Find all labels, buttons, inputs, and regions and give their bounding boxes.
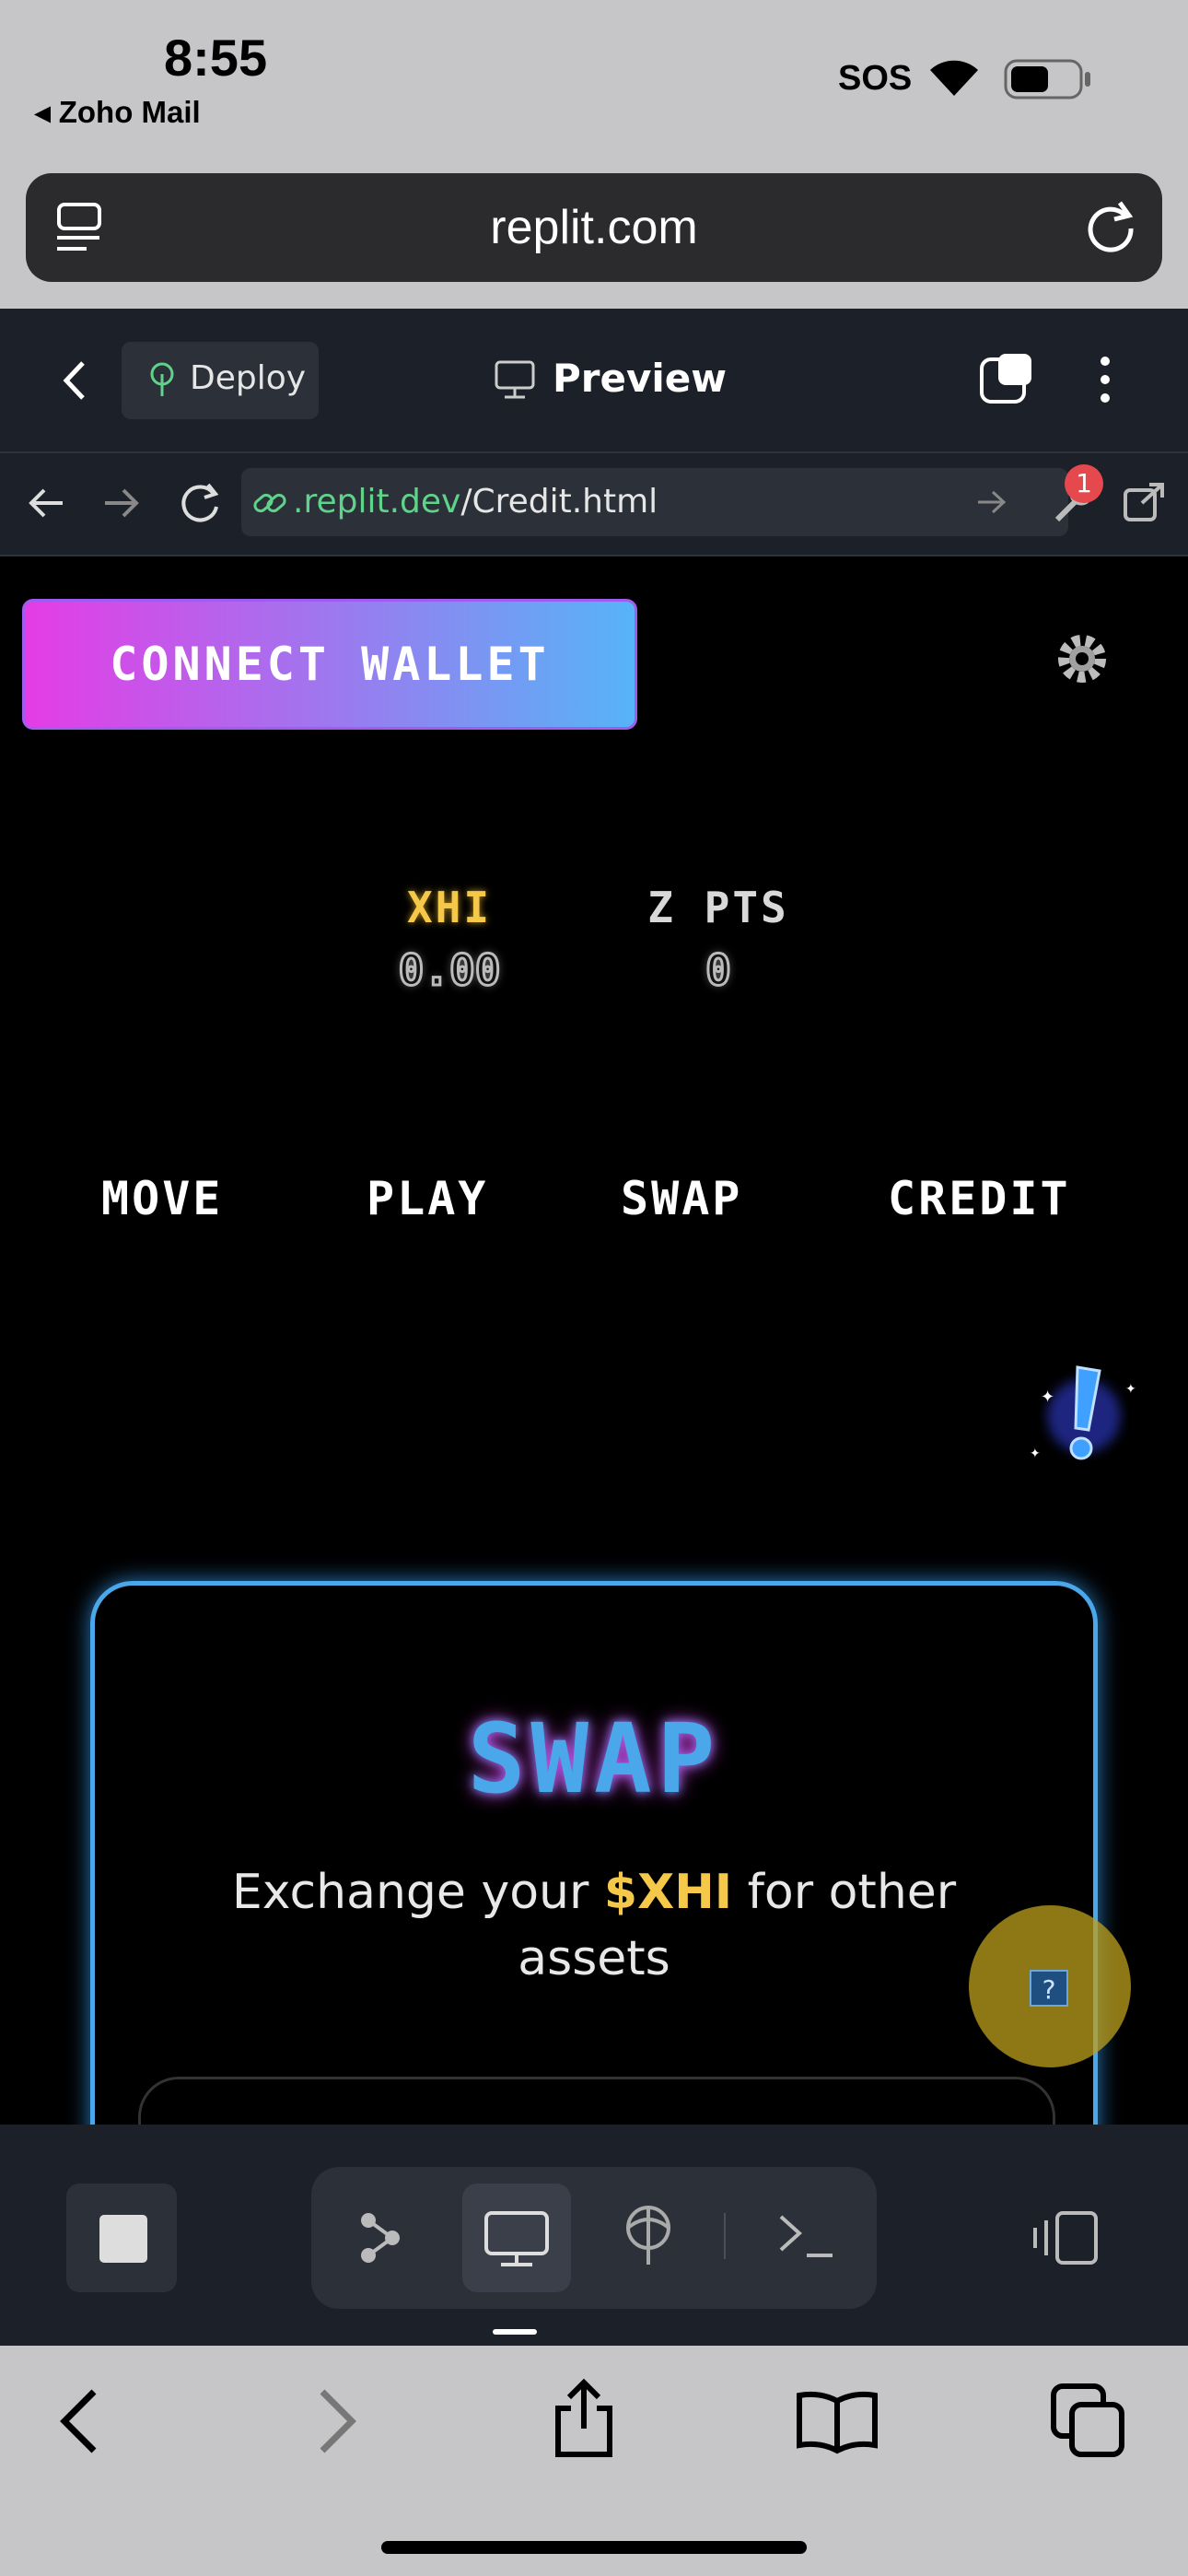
- swap-subtitle: Exchange your $XHI for other assets: [212, 1859, 976, 1992]
- address-domain: .replit.dev: [293, 483, 461, 521]
- link-icon: [253, 493, 286, 513]
- layout-toggle-icon[interactable]: [1031, 2207, 1101, 2268]
- swap-title: SWAP: [467, 1703, 721, 1815]
- new-tab-icon[interactable]: [978, 350, 1037, 407]
- nav-reload-icon[interactable]: [177, 479, 223, 525]
- xhi-label: XHI: [406, 883, 493, 932]
- alert-exclamation-icon[interactable]: ✦ ✦ ✦: [1024, 1356, 1144, 1476]
- home-indicator: [381, 2541, 807, 2554]
- swap-subtitle-pre: Exchange your: [231, 1865, 604, 1920]
- tab-swap[interactable]: SWAP: [621, 1172, 742, 1225]
- deploy-tool-icon[interactable]: [621, 2204, 676, 2268]
- deploy-label: Deploy: [190, 359, 307, 397]
- share-icon[interactable]: [551, 2377, 617, 2460]
- z-pts-value: 0: [705, 944, 733, 997]
- sos-indicator: SOS: [838, 59, 913, 98]
- safari-back-icon[interactable]: [57, 2388, 99, 2454]
- z-pts-label: Z PTS: [647, 883, 789, 932]
- xhi-value: 0.00: [397, 944, 502, 997]
- git-branch-icon[interactable]: [357, 2207, 403, 2268]
- go-arrow-icon[interactable]: [976, 488, 1007, 516]
- settings-gear-icon[interactable]: [1052, 628, 1112, 689]
- back-to-app-link[interactable]: ◂ Zoho Mail: [35, 94, 201, 130]
- reader-icon[interactable]: [53, 201, 107, 256]
- svg-text:✦: ✦: [1125, 1382, 1136, 1397]
- stop-icon: [99, 2215, 147, 2263]
- tab-move[interactable]: MOVE: [101, 1172, 223, 1225]
- nav-forward-icon[interactable]: [101, 485, 142, 521]
- tab-play[interactable]: PLAY: [367, 1172, 488, 1225]
- tabs-icon[interactable]: [1050, 2383, 1127, 2458]
- more-menu-icon[interactable]: [1094, 352, 1116, 407]
- deploy-icon: [150, 362, 174, 396]
- svg-text:✦: ✦: [1030, 1446, 1041, 1461]
- preview-tab[interactable]: Preview: [553, 356, 727, 401]
- svg-text:✦: ✦: [1041, 1388, 1054, 1407]
- open-external-icon[interactable]: [1122, 481, 1166, 523]
- status-time: 8:55: [164, 29, 268, 87]
- safari-forward-icon[interactable]: [317, 2388, 359, 2454]
- notification-badge: 1: [1065, 464, 1103, 503]
- url-text[interactable]: replit.com: [0, 173, 1188, 282]
- tool-divider: [724, 2213, 726, 2259]
- nav-back-icon[interactable]: [26, 485, 66, 521]
- swap-token-highlight: $XHI: [603, 1865, 733, 1920]
- connect-wallet-button[interactable]: CONNECT WALLET: [22, 599, 637, 730]
- reload-icon[interactable]: [1083, 195, 1138, 254]
- preview-monitor-icon: [484, 2211, 549, 2266]
- address-path: /Credit.html: [460, 483, 658, 521]
- help-icon: ?: [1030, 1970, 1068, 2007]
- wifi-icon: [930, 60, 978, 96]
- preview-address-text[interactable]: .replit.dev/Credit.html: [293, 483, 658, 521]
- tab-credit[interactable]: CREDIT: [888, 1172, 1071, 1225]
- toolbar-handle[interactable]: [493, 2329, 537, 2335]
- bookmarks-icon[interactable]: [794, 2388, 880, 2454]
- monitor-icon: [495, 360, 535, 399]
- back-chevron-icon[interactable]: [61, 359, 88, 402]
- battery-icon: [1004, 59, 1090, 100]
- shell-icon[interactable]: [775, 2211, 836, 2263]
